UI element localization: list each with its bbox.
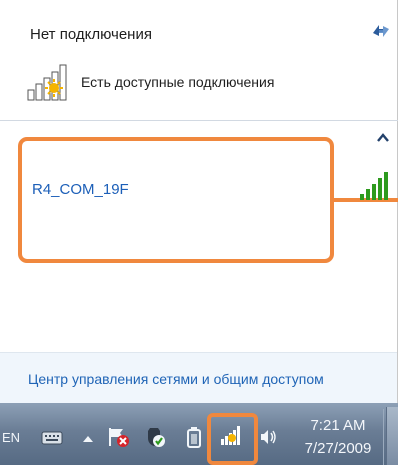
- volume-icon: [261, 430, 276, 444]
- volume-button[interactable]: [258, 425, 278, 449]
- section-divider: [0, 120, 398, 121]
- refresh-button[interactable]: [370, 22, 392, 40]
- security-shield-icon: [148, 428, 165, 447]
- show-hidden-icons[interactable]: [80, 431, 96, 445]
- taskbar: EN 7:21 AM 7/27/2009: [0, 403, 398, 465]
- network-name: R4_COM_19F: [32, 181, 129, 198]
- show-desktop-button[interactable]: [386, 407, 398, 465]
- refresh-icon: [373, 25, 389, 37]
- keyboard-icon: [41, 431, 63, 445]
- tray-network-highlight: [207, 413, 258, 465]
- wifi-signal-icon: [360, 172, 388, 200]
- clock-time[interactable]: 7:21 AM: [298, 417, 378, 434]
- battery-icon: [187, 427, 201, 448]
- show-hidden-icon: [83, 435, 93, 442]
- action-center-flag-icon: [109, 428, 129, 447]
- network-flyout: Нет подключения Есть доступные подключен…: [0, 0, 398, 404]
- network-warning-icon: [27, 64, 67, 101]
- available-connections-row: Есть доступные подключения: [26, 60, 366, 101]
- clock-date[interactable]: 7/27/2009: [298, 440, 378, 457]
- language-indicator[interactable]: EN: [2, 430, 20, 445]
- flyout-footer: Центр управления сетями и общим доступом: [0, 352, 397, 404]
- network-center-link[interactable]: Центр управления сетями и общим доступом: [28, 371, 324, 387]
- security-button[interactable]: [144, 425, 168, 449]
- action-center-button[interactable]: [106, 425, 132, 449]
- tray-separator: [383, 409, 384, 465]
- connection-status-title: Нет подключения: [30, 26, 152, 43]
- battery-button[interactable]: [184, 425, 204, 449]
- available-connections-text: Есть доступные подключения: [81, 74, 275, 90]
- collapse-arrow-icon[interactable]: [376, 132, 390, 144]
- network-list-item[interactable]: R4_COM_19F: [18, 137, 334, 263]
- keyboard-button[interactable]: [40, 429, 64, 447]
